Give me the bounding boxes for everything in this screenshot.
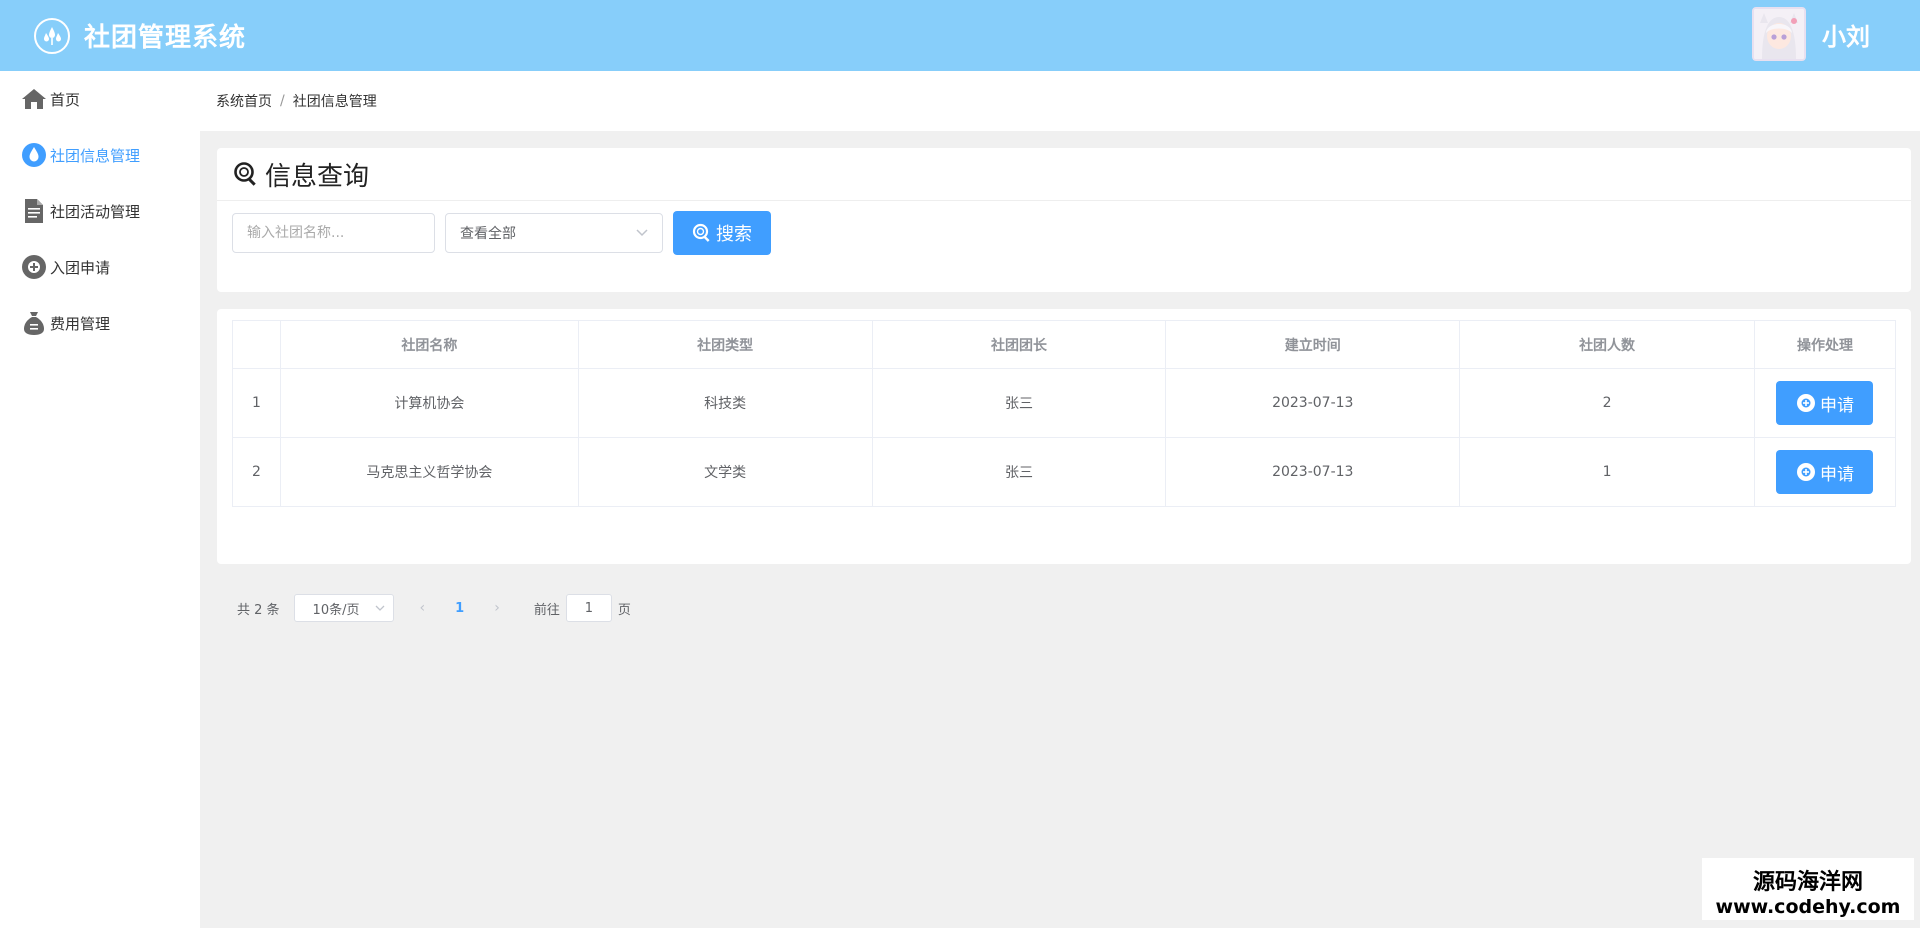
avatar[interactable] (1752, 7, 1806, 61)
row-index: 1 (232, 368, 281, 438)
chevron-down-icon (636, 229, 648, 237)
page-number[interactable]: 1 (455, 601, 464, 616)
next-page-button[interactable]: › (494, 600, 500, 616)
club-name-cell: 计算机协会 (279, 368, 579, 438)
club-table: 社团名称 社团类型 社团团长 建立时间 社团人数 操作处理 1 计算机协会 科技… (232, 320, 1897, 507)
search-icon (692, 223, 710, 242)
sidebar-item-club-activity[interactable]: 社团活动管理 (0, 183, 200, 239)
column-header-index (232, 320, 281, 369)
action-cell: 申请 (1753, 368, 1897, 438)
column-header-leader: 社团团长 (871, 320, 1167, 369)
sidebar-item-club-info[interactable]: 社团信息管理 (0, 127, 200, 183)
club-leader-cell: 张三 (871, 368, 1167, 438)
sidebar-item-label: 首页 (50, 90, 81, 109)
page-size-select[interactable]: 10条/页 (293, 594, 394, 622)
main-content: 系统首页 / 社团信息管理 信息查询 查看全部 搜索 社团名称 (200, 71, 1920, 928)
table-header-row: 社团名称 社团类型 社团团长 建立时间 社团人数 操作处理 (232, 320, 1897, 369)
query-form: 查看全部 搜索 (217, 201, 1911, 255)
query-panel: 信息查询 查看全部 搜索 (217, 148, 1911, 292)
action-cell: 申请 (1753, 437, 1897, 507)
logo: 社团管理系统 (34, 17, 246, 54)
apply-button[interactable]: 申请 (1776, 450, 1874, 494)
sidebar-item-label: 社团信息管理 (50, 146, 141, 165)
sidebar-item-home[interactable]: 首页 (0, 71, 200, 127)
breadcrumb: 系统首页 / 社团信息管理 (200, 71, 1920, 131)
plus-circle-icon (1796, 394, 1815, 412)
user-name[interactable]: 小刘 (1822, 17, 1870, 52)
column-header-name: 社团名称 (279, 320, 579, 369)
query-title: 信息查询 (217, 148, 1911, 201)
plus-circle-icon (20, 253, 48, 281)
goto-label: 前往 (533, 602, 560, 618)
club-date-cell: 2023-07-13 (1165, 368, 1461, 438)
document-icon (20, 197, 48, 225)
app-title: 社团管理系统 (84, 23, 247, 53)
watermark: 源码海洋网 www.codehy.com (1702, 858, 1914, 920)
column-header-type: 社团类型 (577, 320, 873, 369)
user-menu[interactable]: 小刘 (1752, 7, 1870, 61)
breadcrumb-home[interactable]: 系统首页 (216, 91, 272, 111)
watermark-url: www.codehy.com (1715, 896, 1901, 918)
sidebar: 首页 社团信息管理 社团活动管理 入团申请 费用管理 (0, 71, 200, 928)
breadcrumb-separator: / (280, 93, 285, 109)
apply-button[interactable]: 申请 (1776, 381, 1874, 425)
club-leader-cell: 张三 (871, 437, 1167, 507)
table-row: 2 马克思主义哲学协会 文学类 张三 2023-07-13 1 申请 (232, 437, 1897, 507)
water-drop-icon (20, 141, 48, 169)
plus-circle-icon (1796, 463, 1815, 481)
row-index: 2 (232, 437, 281, 507)
club-name-cell: 马克思主义哲学协会 (279, 437, 579, 507)
search-button[interactable]: 搜索 (673, 211, 771, 255)
chevron-down-icon (375, 605, 385, 611)
sidebar-item-label: 社团活动管理 (50, 202, 141, 221)
column-header-action: 操作处理 (1753, 320, 1897, 369)
query-title-text: 信息查询 (265, 161, 370, 192)
column-header-count: 社团人数 (1459, 320, 1755, 369)
search-icon (234, 162, 256, 186)
pagination-total: 共 2 条 (237, 602, 280, 618)
club-filter-select[interactable]: 查看全部 (445, 213, 663, 253)
sidebar-item-label: 费用管理 (50, 314, 111, 333)
club-filter-value: 查看全部 (460, 226, 516, 242)
club-count-cell: 1 (1459, 437, 1755, 507)
drops-logo-icon (34, 17, 70, 54)
club-name-input[interactable] (232, 213, 435, 253)
page-size-value: 10条/页 (312, 602, 360, 618)
breadcrumb-current: 社团信息管理 (292, 94, 377, 110)
prev-page-button[interactable]: ‹ (420, 600, 426, 616)
club-count-cell: 2 (1459, 368, 1755, 438)
table-row: 1 计算机协会 科技类 张三 2023-07-13 2 申请 (232, 368, 1897, 438)
sidebar-item-join-apply[interactable]: 入团申请 (0, 239, 200, 295)
search-button-label: 搜索 (716, 224, 752, 244)
club-type-cell: 科技类 (577, 368, 873, 438)
home-icon (20, 85, 48, 113)
goto-page-input[interactable] (565, 594, 612, 622)
apply-button-label: 申请 (1819, 395, 1854, 415)
pagination: 共 2 条 10条/页 ‹ 1 › 前往 页 (237, 594, 631, 622)
sidebar-item-fees[interactable]: 费用管理 (0, 295, 200, 351)
money-bag-icon (20, 309, 48, 337)
club-date-cell: 2023-07-13 (1165, 437, 1461, 507)
watermark-title: 源码海洋网 (1752, 870, 1863, 895)
table-panel: 社团名称 社团类型 社团团长 建立时间 社团人数 操作处理 1 计算机协会 科技… (217, 309, 1911, 622)
top-bar: 社团管理系统 小刘 (0, 0, 1920, 71)
column-header-date: 建立时间 (1165, 320, 1461, 369)
club-type-cell: 文学类 (577, 437, 873, 507)
sidebar-item-label: 入团申请 (50, 258, 111, 277)
apply-button-label: 申请 (1819, 464, 1854, 484)
page-unit: 页 (617, 602, 631, 618)
